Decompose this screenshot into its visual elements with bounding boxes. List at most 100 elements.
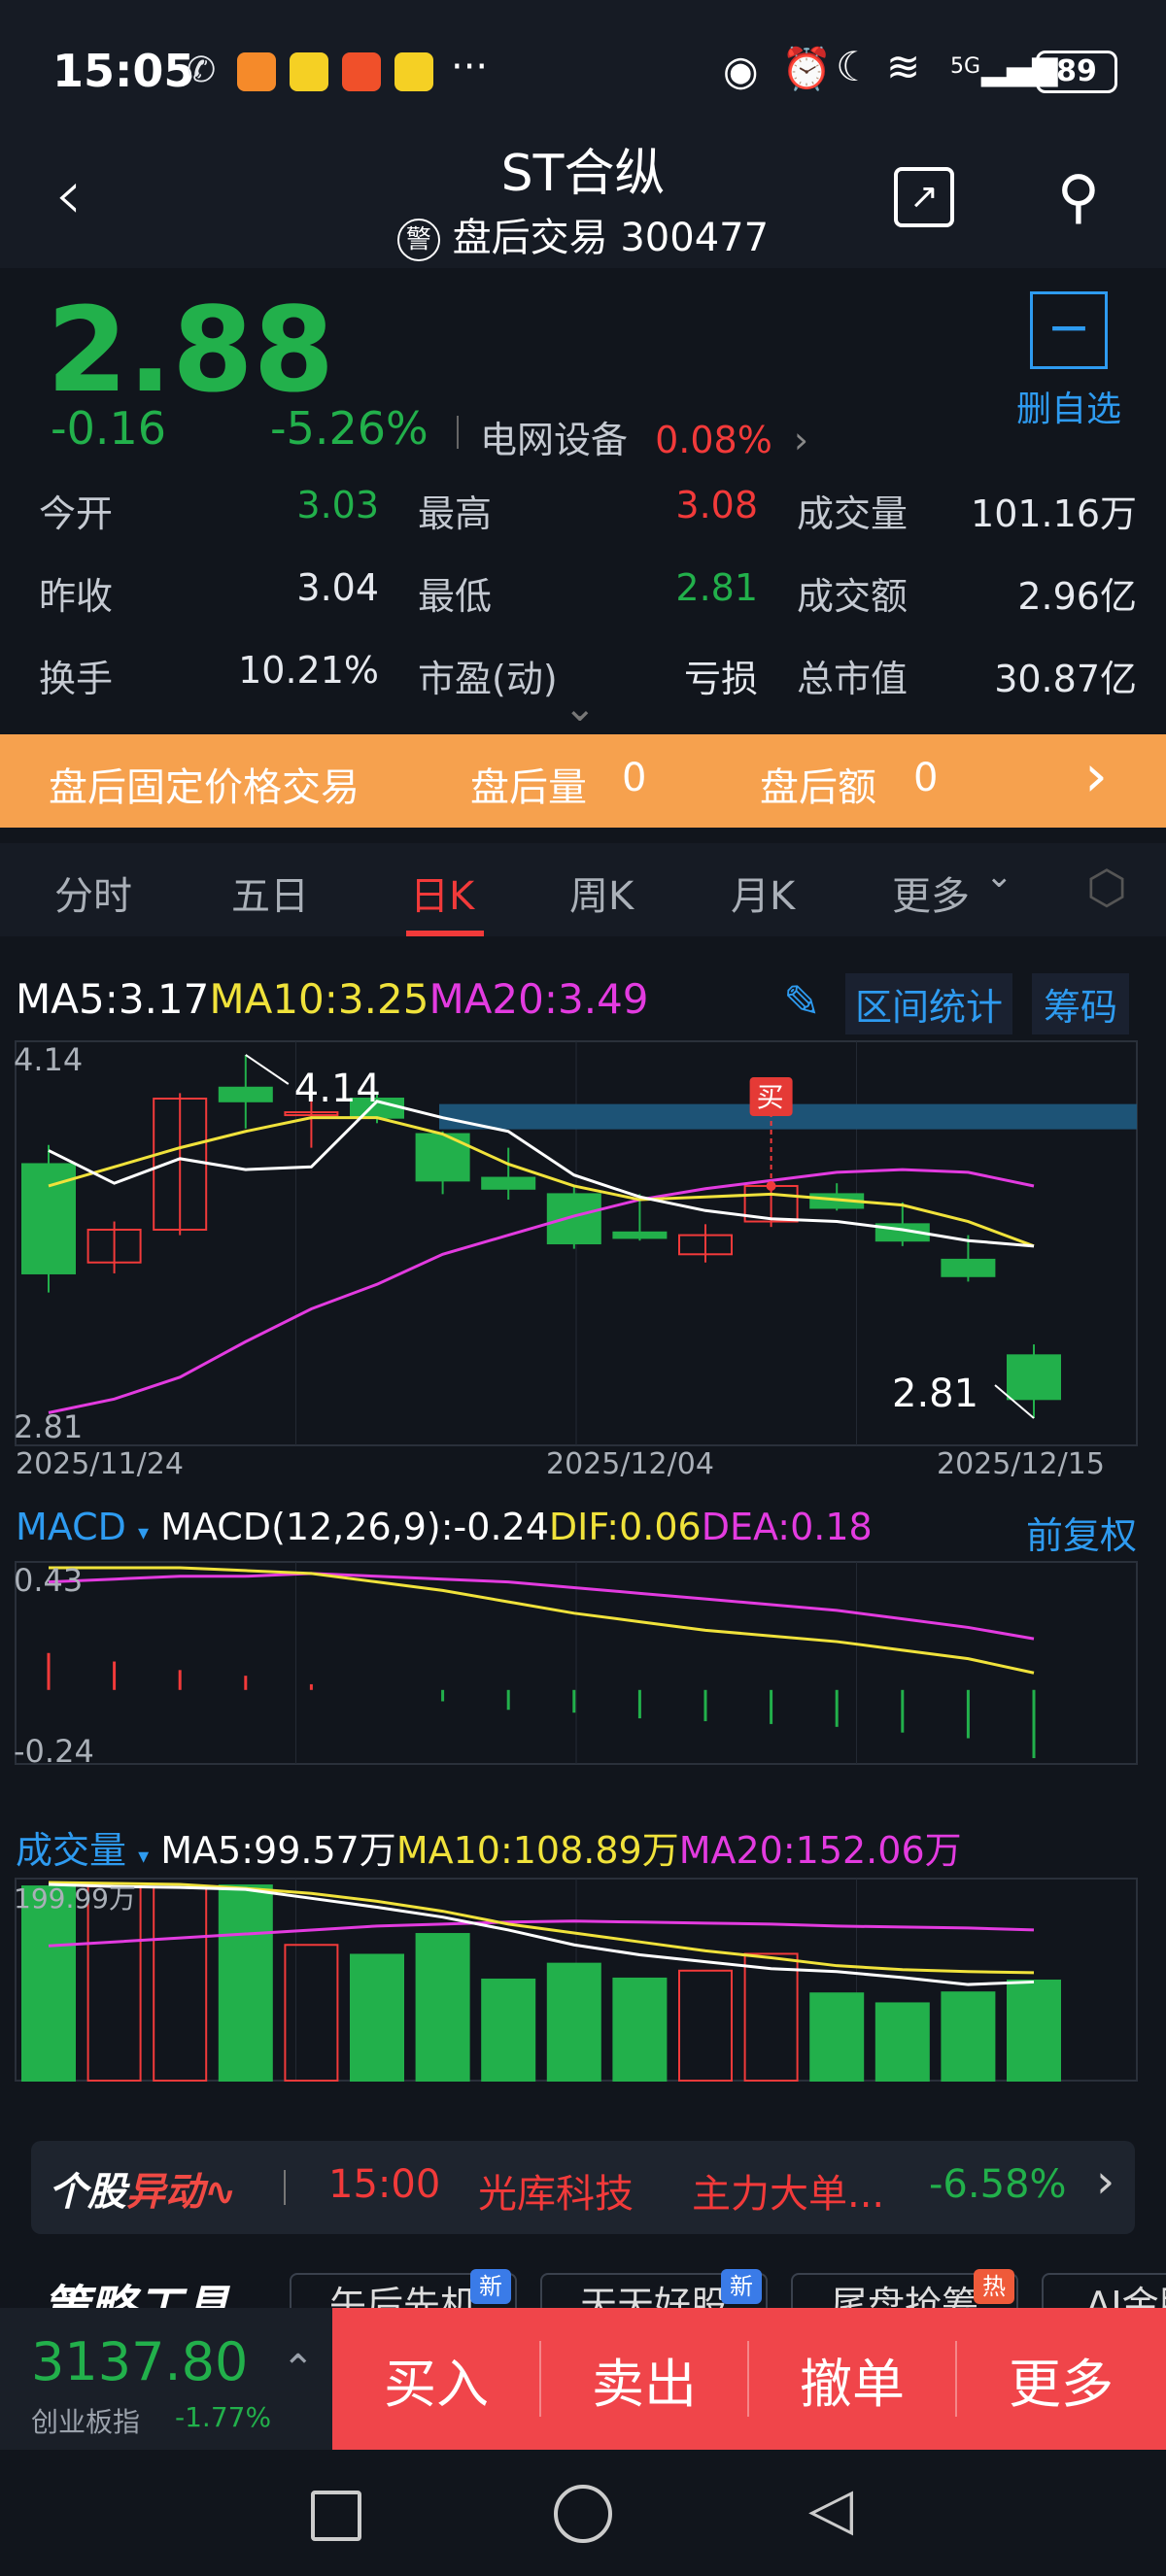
stock-header: ‹ ST合纵 警 盘后交易 300477 ↗ ⚲ (0, 124, 1166, 268)
divider (284, 2170, 286, 2205)
strategy-tools: 策略工具 午后先机 天天好股 尾盘抢筹 AI金股 新 新 热 (0, 2269, 1166, 2312)
home-icon[interactable] (554, 2485, 612, 2543)
remove-watchlist-label: 删自选 (1015, 390, 1121, 429)
stat-label: 最高 (418, 492, 493, 535)
stat-label: 总市值 (797, 658, 909, 700)
more-notifications-icon: ··· (451, 45, 489, 89)
chips-button[interactable]: 筹码 (1032, 973, 1130, 1034)
subtitle-row: 警 盘后交易 300477 (0, 206, 1166, 262)
remove-watchlist-button[interactable]: − 删自选 (1011, 291, 1127, 431)
sector-pct: 0.08% (655, 419, 772, 461)
stat-item: 今开 3.03 (39, 484, 379, 537)
tab-5[interactable]: 更多 (892, 864, 970, 921)
dea-label: DEA:0.18 (701, 1506, 873, 1548)
max-label: 4.14 (294, 1067, 381, 1111)
pulse-icon: ∿ (204, 2170, 237, 2215)
stat-label: 成交量 (797, 492, 909, 535)
y-axis-low: 2.81 (14, 1408, 83, 1445)
tools-title: 策略工具 (43, 2281, 230, 2312)
alert-logo: 个股异动∿ (49, 2160, 237, 2217)
volume-chart[interactable]: 199.99万 (0, 1875, 1166, 2085)
settings-icon[interactable]: ⬡ (1086, 861, 1127, 915)
divider (457, 416, 459, 449)
candle-body (941, 1258, 996, 1277)
divider (539, 2341, 541, 2417)
current-price: 2.88 (47, 284, 335, 419)
adjustment-toggle[interactable]: 前复权 (1026, 1506, 1137, 1559)
back-nav-icon[interactable]: ◁ (808, 2475, 853, 2543)
candle-body (612, 1231, 668, 1239)
stat-item: 总市值 30.87亿 (797, 649, 1137, 702)
pen-icon[interactable]: ✎ (783, 975, 821, 1028)
ma5-label: MA5:3.17 (16, 975, 210, 1023)
tab-0[interactable]: 分时 (54, 864, 132, 921)
cancel-order-button[interactable]: 撤单 (748, 2308, 956, 2450)
sell-button[interactable]: 卖出 (540, 2308, 748, 2450)
volume-bar (21, 1885, 76, 2082)
date-tick: 2025/12/04 (546, 1447, 714, 1481)
range-stat-button[interactable]: 区间统计 (845, 973, 1013, 1034)
volume-bar (153, 1886, 208, 2082)
tab-3[interactable]: 周K (569, 864, 634, 921)
stock-alert-ticker[interactable]: 个股异动∿ 15:00 光库科技 主力大单... -6.58% › (31, 2141, 1135, 2234)
alert-stock-name: 光库科技 (478, 2172, 634, 2217)
volume-bar (809, 1992, 865, 2082)
alert-desc: 主力大单... (692, 2172, 885, 2217)
kline-chart[interactable]: 4.14 2.81 4.14 2.81 买 (0, 1034, 1166, 1461)
volume-bar (743, 1952, 799, 2082)
volume-bar (678, 1969, 733, 2082)
kline-date-axis: 2025/11/24 2025/12/04 2025/12/15 (0, 1447, 1166, 1486)
index-value: 3137.80 (31, 2331, 249, 2392)
chevron-right-icon: › (1096, 2154, 1115, 2209)
y-axis-low: -0.24 (14, 1733, 94, 1768)
price-change: -0.16 (51, 402, 167, 455)
alarm-icon: ⏰ (781, 45, 833, 92)
banner-title: 盘后固定价格交易 (49, 765, 360, 810)
sector-link[interactable]: 电网设备 0.08% › (480, 410, 808, 463)
dropdown-icon[interactable]: ▾ (138, 1521, 149, 1545)
warning-badge: 警 (396, 219, 440, 261)
buy-button[interactable]: 买入 (332, 2308, 540, 2450)
dropdown-icon[interactable]: ▾ (138, 1845, 149, 1869)
recent-apps-icon[interactable] (311, 2491, 361, 2541)
chevron-up-icon: ⌃ (282, 2347, 315, 2391)
tool-chip[interactable]: AI金股 (1042, 2273, 1166, 2312)
volume-bar (86, 1885, 142, 2082)
share-icon[interactable]: ↗ (894, 167, 954, 227)
volume-indicator-select[interactable]: 成交量 (16, 1829, 126, 1872)
stat-value: 亏损 (683, 658, 758, 700)
stat-item: 最低 2.81 (418, 566, 758, 620)
stat-label: 市盈(动) (418, 658, 558, 700)
buy-marker-dot (766, 1180, 776, 1191)
divider (747, 2341, 749, 2417)
after-hours-banner[interactable]: 盘后固定价格交易 盘后量 0 盘后额 0 › (0, 734, 1166, 828)
after-hours-amount-label: 盘后额 (760, 765, 876, 810)
search-icon[interactable]: ⚲ (1057, 163, 1100, 231)
macd-indicator-select[interactable]: MACD (16, 1506, 126, 1548)
vol-ma20-line (48, 1919, 1035, 1948)
macd-legend: MACD ▾ MACD(12,26,9):-0.24DIF:0.06DEA:0.… (16, 1506, 873, 1548)
dif-label: DIF:0.06 (548, 1506, 702, 1548)
expand-chevron-icon[interactable]: ⌄ (564, 686, 597, 730)
index-pct: -1.77% (175, 2401, 272, 2433)
after-hours-volume: 0 (622, 756, 647, 800)
stat-value: 2.81 (675, 566, 758, 609)
after-hours-amount: 0 (913, 756, 939, 800)
stat-value: 3.04 (296, 566, 379, 609)
more-actions-button[interactable]: 更多 (956, 2308, 1166, 2450)
price-change-pct: -5.26% (270, 402, 429, 455)
macd-chart[interactable]: 0.43 -0.24 (0, 1558, 1166, 1768)
tab-1[interactable]: 五日 (231, 864, 309, 921)
stat-item: 换手 10.21% (39, 649, 379, 702)
index-name: 创业板指 (31, 2406, 141, 2438)
ma-legend: MA5:3.17MA10:3.25MA20:3.49 (16, 975, 649, 1023)
tab-2[interactable]: 日K (410, 864, 474, 921)
index-ticker[interactable]: 3137.80 创业板指 -1.77% ⌃ (0, 2308, 332, 2450)
volume-bar (874, 2002, 930, 2082)
hot-badge: 热 (974, 2269, 1014, 2304)
vol-ma20-label: MA20:152.06万 (678, 1829, 962, 1872)
volume-bar (481, 1978, 536, 2082)
tab-4[interactable]: 月K (731, 864, 795, 921)
new-badge: 新 (470, 2269, 511, 2304)
ma10-label: MA10:3.25 (209, 975, 429, 1023)
